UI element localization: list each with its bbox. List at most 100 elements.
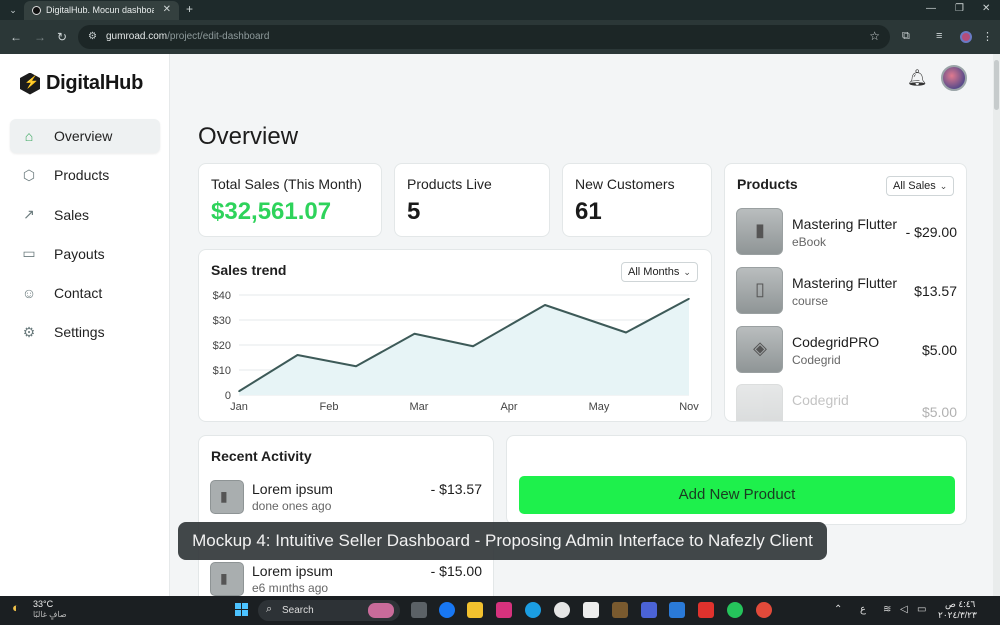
avatar[interactable] bbox=[941, 65, 967, 91]
x-tick-label: May bbox=[589, 401, 610, 413]
product-name: Codegrid bbox=[792, 392, 849, 408]
vscode-icon[interactable] bbox=[669, 602, 685, 618]
stat-label: New Customers bbox=[575, 176, 675, 192]
media-icon[interactable]: ≡ bbox=[936, 30, 942, 42]
sales-filter-label: All Sales bbox=[893, 180, 936, 192]
url-field[interactable]: ⚙ gumroad.com/project/edit-dashboard ☆ bbox=[78, 25, 890, 49]
task-view-icon[interactable] bbox=[411, 602, 427, 618]
tab-close-icon[interactable]: ✕ bbox=[163, 4, 171, 15]
recent-activity-card: Recent Activity ▮ Lorem ipsum done ones … bbox=[198, 435, 494, 596]
stat-card-total-sales: Total Sales (This Month) $32,561.07 bbox=[198, 163, 382, 237]
tab-search-icon[interactable]: ⌄ bbox=[6, 3, 20, 17]
bookmark-star-icon[interactable]: ☆ bbox=[869, 29, 880, 43]
clock-date: ٢٠٢٤/٣/٢٣ bbox=[938, 610, 977, 620]
card-icon: ▭ bbox=[22, 245, 36, 262]
product-name: CodegridPRO bbox=[792, 334, 880, 350]
new-tab-icon[interactable]: + bbox=[186, 2, 193, 16]
logo[interactable]: DigitalHub bbox=[20, 72, 143, 95]
minimize-icon[interactable]: — bbox=[926, 3, 936, 14]
tray-overflow-icon[interactable]: ⌃ bbox=[834, 604, 842, 615]
sidebar-item-sales[interactable]: ↗ Sales bbox=[10, 198, 160, 232]
instagram-icon[interactable] bbox=[496, 602, 512, 618]
data-point bbox=[544, 304, 546, 306]
products-panel: Products All Sales ⌄ ▮ Mastering Flutter … bbox=[724, 163, 967, 422]
gear-icon: ⚙ bbox=[22, 323, 36, 340]
minecraft-icon[interactable] bbox=[612, 602, 628, 618]
sales-trend-chart: $40$30$20$100Jan Feb Mar Apr May Nov bbox=[213, 290, 700, 413]
product-name: Mastering Flutter bbox=[792, 275, 898, 291]
language-icon[interactable]: ع bbox=[860, 604, 866, 615]
edge-icon[interactable] bbox=[525, 602, 541, 618]
app-icon[interactable] bbox=[641, 602, 657, 618]
product-type: Codegrid bbox=[792, 353, 841, 367]
add-new-product-button[interactable]: Add New Product bbox=[519, 476, 955, 514]
volume-icon[interactable]: ◁ bbox=[900, 604, 908, 615]
back-icon[interactable]: ← bbox=[10, 30, 22, 44]
restore-icon[interactable]: ❐ bbox=[955, 3, 964, 14]
sidebar-item-settings[interactable]: ⚙ Settings bbox=[10, 315, 160, 349]
product-price: $5.00 bbox=[921, 342, 957, 358]
activity-amount: - $15.00 bbox=[430, 563, 482, 579]
battery-icon[interactable]: ▭ bbox=[917, 604, 926, 615]
sidebar-nav: ⌂ Overview ⬡ Products ↗ Sales ▭ Payouts … bbox=[10, 119, 160, 355]
chrome-icon[interactable] bbox=[756, 602, 772, 618]
weather-temp: 33°C bbox=[33, 599, 54, 609]
product-thumbnail bbox=[736, 384, 783, 421]
series-area bbox=[239, 298, 689, 395]
x-tick-label: Nov bbox=[679, 401, 699, 413]
sidebar: DigitalHub ⌂ Overview ⬡ Products ↗ Sales… bbox=[0, 54, 170, 596]
stat-card-products-live: Products Live 5 bbox=[394, 163, 550, 237]
x-tick-label: Jan bbox=[230, 401, 248, 413]
y-tick-label: $30 bbox=[213, 315, 231, 327]
y-tick-label: $40 bbox=[213, 290, 231, 302]
sidebar-item-contact[interactable]: ☺ Contact bbox=[10, 276, 160, 310]
whatsapp-icon[interactable] bbox=[727, 602, 743, 618]
youtube-icon[interactable] bbox=[698, 602, 714, 618]
wifi-icon[interactable]: ≋ bbox=[883, 604, 891, 615]
activity-item[interactable]: ▮ Lorem ipsum e6 mınths ago - $15.00 bbox=[210, 560, 482, 596]
stat-label: Total Sales (This Month) bbox=[211, 176, 362, 192]
sidebar-item-overview[interactable]: ⌂ Overview bbox=[10, 119, 160, 153]
store-icon[interactable] bbox=[583, 602, 599, 618]
page-scrollbar[interactable] bbox=[993, 54, 1000, 596]
layers-icon: ◈ bbox=[753, 338, 767, 358]
menu-icon[interactable]: ⋮ bbox=[982, 30, 993, 43]
activity-time: e6 mınths ago bbox=[252, 581, 329, 595]
forward-icon[interactable]: → bbox=[34, 30, 46, 44]
x-tick-label: Mar bbox=[410, 401, 429, 413]
sidebar-item-products[interactable]: ⬡ Products bbox=[10, 158, 160, 192]
logo-text: DigitalHub bbox=[46, 72, 143, 94]
site-info-icon[interactable]: ⚙ bbox=[88, 31, 97, 42]
browser-profile-icon[interactable] bbox=[960, 31, 972, 43]
window-close-icon[interactable]: ✕ bbox=[982, 3, 990, 14]
product-row[interactable]: ◈ CodegridPRO Codegrid $5.00 bbox=[736, 326, 957, 374]
file-explorer-icon[interactable] bbox=[467, 602, 483, 618]
sales-filter-select[interactable]: All Sales ⌄ bbox=[886, 176, 955, 196]
activity-item[interactable]: ▮ Lorem ipsum done ones ago - $13.57 bbox=[210, 478, 482, 518]
data-point bbox=[472, 345, 474, 348]
product-row[interactable]: ▮ Mastering Flutter eBook - $29.00 bbox=[736, 208, 957, 256]
tab-favicon-icon bbox=[32, 6, 41, 15]
facebook-icon[interactable] bbox=[439, 602, 455, 618]
products-panel-title: Products bbox=[737, 176, 798, 192]
taskbar-search[interactable]: ⌕ Search bbox=[258, 600, 400, 621]
data-point bbox=[413, 332, 416, 335]
sidebar-item-payouts[interactable]: ▭ Payouts bbox=[10, 237, 160, 271]
trend-icon: ↗ bbox=[23, 206, 35, 223]
stat-value: $32,561.07 bbox=[211, 198, 332, 225]
stat-card-new-customers: New Customers 61 bbox=[562, 163, 712, 237]
product-row[interactable]: Codegrid $5.00 bbox=[736, 384, 957, 421]
quick-actions-card: Add New Product bbox=[506, 435, 967, 525]
extensions-icon[interactable]: ⧉ bbox=[902, 30, 910, 43]
product-thumbnail: ▯ bbox=[736, 267, 783, 314]
unreal-icon[interactable] bbox=[554, 602, 570, 618]
reload-icon[interactable]: ↻ bbox=[57, 30, 67, 44]
scrollbar-thumb[interactable] bbox=[994, 60, 999, 110]
weather-icon[interactable]: ◐ bbox=[12, 600, 20, 615]
browser-tab[interactable]: DigitalHub. Mocun dashboard ✕ bbox=[24, 1, 179, 20]
search-highlight-icon bbox=[368, 603, 394, 618]
sidebar-item-label: Contact bbox=[54, 285, 103, 302]
start-icon[interactable] bbox=[235, 603, 249, 617]
product-row[interactable]: ▯ Mastering Flutter course $13.57 bbox=[736, 267, 957, 315]
bell-icon[interactable]: 🔔︎ bbox=[907, 68, 927, 88]
